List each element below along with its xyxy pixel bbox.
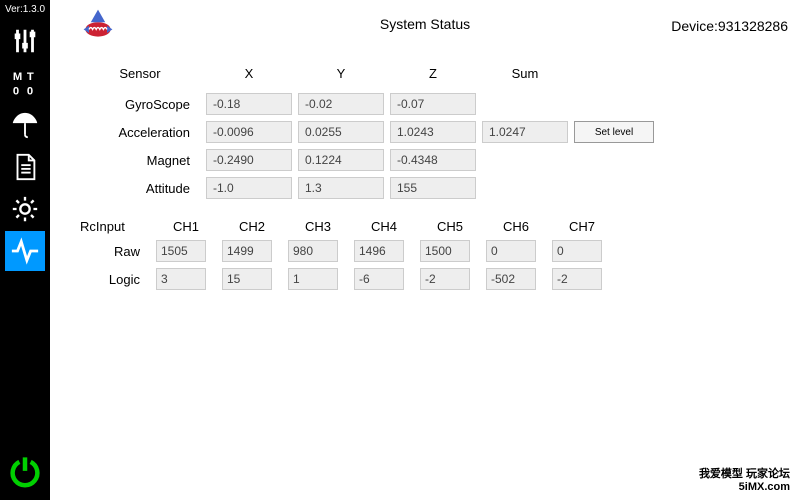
col-sum: Sum — [482, 66, 568, 87]
row-magnet-label: Magnet — [80, 153, 200, 168]
attitude-x: -1.0 — [206, 177, 292, 199]
app-logo-icon — [80, 6, 116, 42]
device-id: 931328286 — [718, 18, 788, 34]
row-gyro-label: GyroScope — [80, 97, 200, 112]
rc-ch4: CH4 — [354, 219, 414, 234]
accel-sum: 1.0247 — [482, 121, 568, 143]
rc-ch6: CH6 — [486, 219, 546, 234]
svg-text:0: 0 — [13, 85, 19, 97]
col-z: Z — [390, 66, 476, 87]
content: Sensor X Y Z Sum GyroScope -0.18 -0.02 -… — [50, 48, 800, 290]
device-label: Device: — [671, 18, 718, 34]
rc-logic-5: -2 — [420, 268, 470, 290]
rc-raw-7: 0 — [552, 240, 602, 262]
col-x: X — [206, 66, 292, 87]
rc-title: RcInput — [80, 219, 150, 234]
rc-logic-1: 3 — [156, 268, 206, 290]
rc-ch7: CH7 — [552, 219, 612, 234]
version-label: Ver:1.3.0 — [5, 0, 45, 21]
sidebar-settings-icon[interactable] — [5, 189, 45, 229]
watermark-line1: 我爱模型 玩家论坛 — [699, 468, 790, 481]
sidebar-tuning-icon[interactable] — [5, 21, 45, 61]
rc-logic-7: -2 — [552, 268, 602, 290]
sidebar-status-icon[interactable] — [5, 231, 45, 271]
magnet-z: -0.4348 — [390, 149, 476, 171]
rc-raw-2: 1499 — [222, 240, 272, 262]
watermark: 我爱模型 玩家论坛 5iMX.com — [699, 468, 790, 494]
attitude-y: 1.3 — [298, 177, 384, 199]
watermark-line2: 5iMX.com — [699, 481, 790, 494]
col-y: Y — [298, 66, 384, 87]
rc-logic-2: 15 — [222, 268, 272, 290]
svg-text:T: T — [27, 71, 34, 83]
rc-ch2: CH2 — [222, 219, 282, 234]
device-info: Device:931328286 — [671, 18, 788, 34]
sidebar-mt-icon[interactable]: MT00 — [5, 63, 45, 103]
sidebar-document-icon[interactable] — [5, 147, 45, 187]
accel-z: 1.0243 — [390, 121, 476, 143]
gyro-z: -0.07 — [390, 93, 476, 115]
rc-raw-5: 1500 — [420, 240, 470, 262]
row-accel-label: Acceleration — [80, 125, 200, 140]
gyro-y: -0.02 — [298, 93, 384, 115]
sidebar-umbrella-icon[interactable] — [5, 105, 45, 145]
rc-raw-6: 0 — [486, 240, 536, 262]
rc-table: RcInput CH1 CH2 CH3 CH4 CH5 CH6 CH7 Raw … — [80, 219, 780, 290]
rc-logic-3: 1 — [288, 268, 338, 290]
svg-text:M: M — [13, 71, 22, 83]
rc-raw-label: Raw — [80, 244, 150, 259]
rc-raw-4: 1496 — [354, 240, 404, 262]
magnet-x: -0.2490 — [206, 149, 292, 171]
rc-logic-6: -502 — [486, 268, 536, 290]
col-sensor: Sensor — [80, 66, 200, 87]
accel-x: -0.0096 — [206, 121, 292, 143]
rc-raw-1: 1505 — [156, 240, 206, 262]
sidebar-power-icon[interactable] — [5, 452, 45, 492]
accel-y: 0.0255 — [298, 121, 384, 143]
sensor-table: Sensor X Y Z Sum GyroScope -0.18 -0.02 -… — [80, 66, 780, 199]
rc-ch3: CH3 — [288, 219, 348, 234]
rc-raw-3: 980 — [288, 240, 338, 262]
sidebar: Ver:1.3.0 MT00 — [0, 0, 50, 500]
magnet-y: 0.1224 — [298, 149, 384, 171]
set-level-button[interactable]: Set level — [574, 121, 654, 143]
rc-logic-label: Logic — [80, 272, 150, 287]
rc-ch1: CH1 — [156, 219, 216, 234]
main-panel: System Status Device:931328286 Sensor X … — [50, 0, 800, 500]
gyro-x: -0.18 — [206, 93, 292, 115]
attitude-z: 155 — [390, 177, 476, 199]
svg-text:0: 0 — [27, 85, 33, 97]
rc-logic-4: -6 — [354, 268, 404, 290]
row-attitude-label: Attitude — [80, 181, 200, 196]
rc-ch5: CH5 — [420, 219, 480, 234]
header: System Status Device:931328286 — [50, 0, 800, 48]
